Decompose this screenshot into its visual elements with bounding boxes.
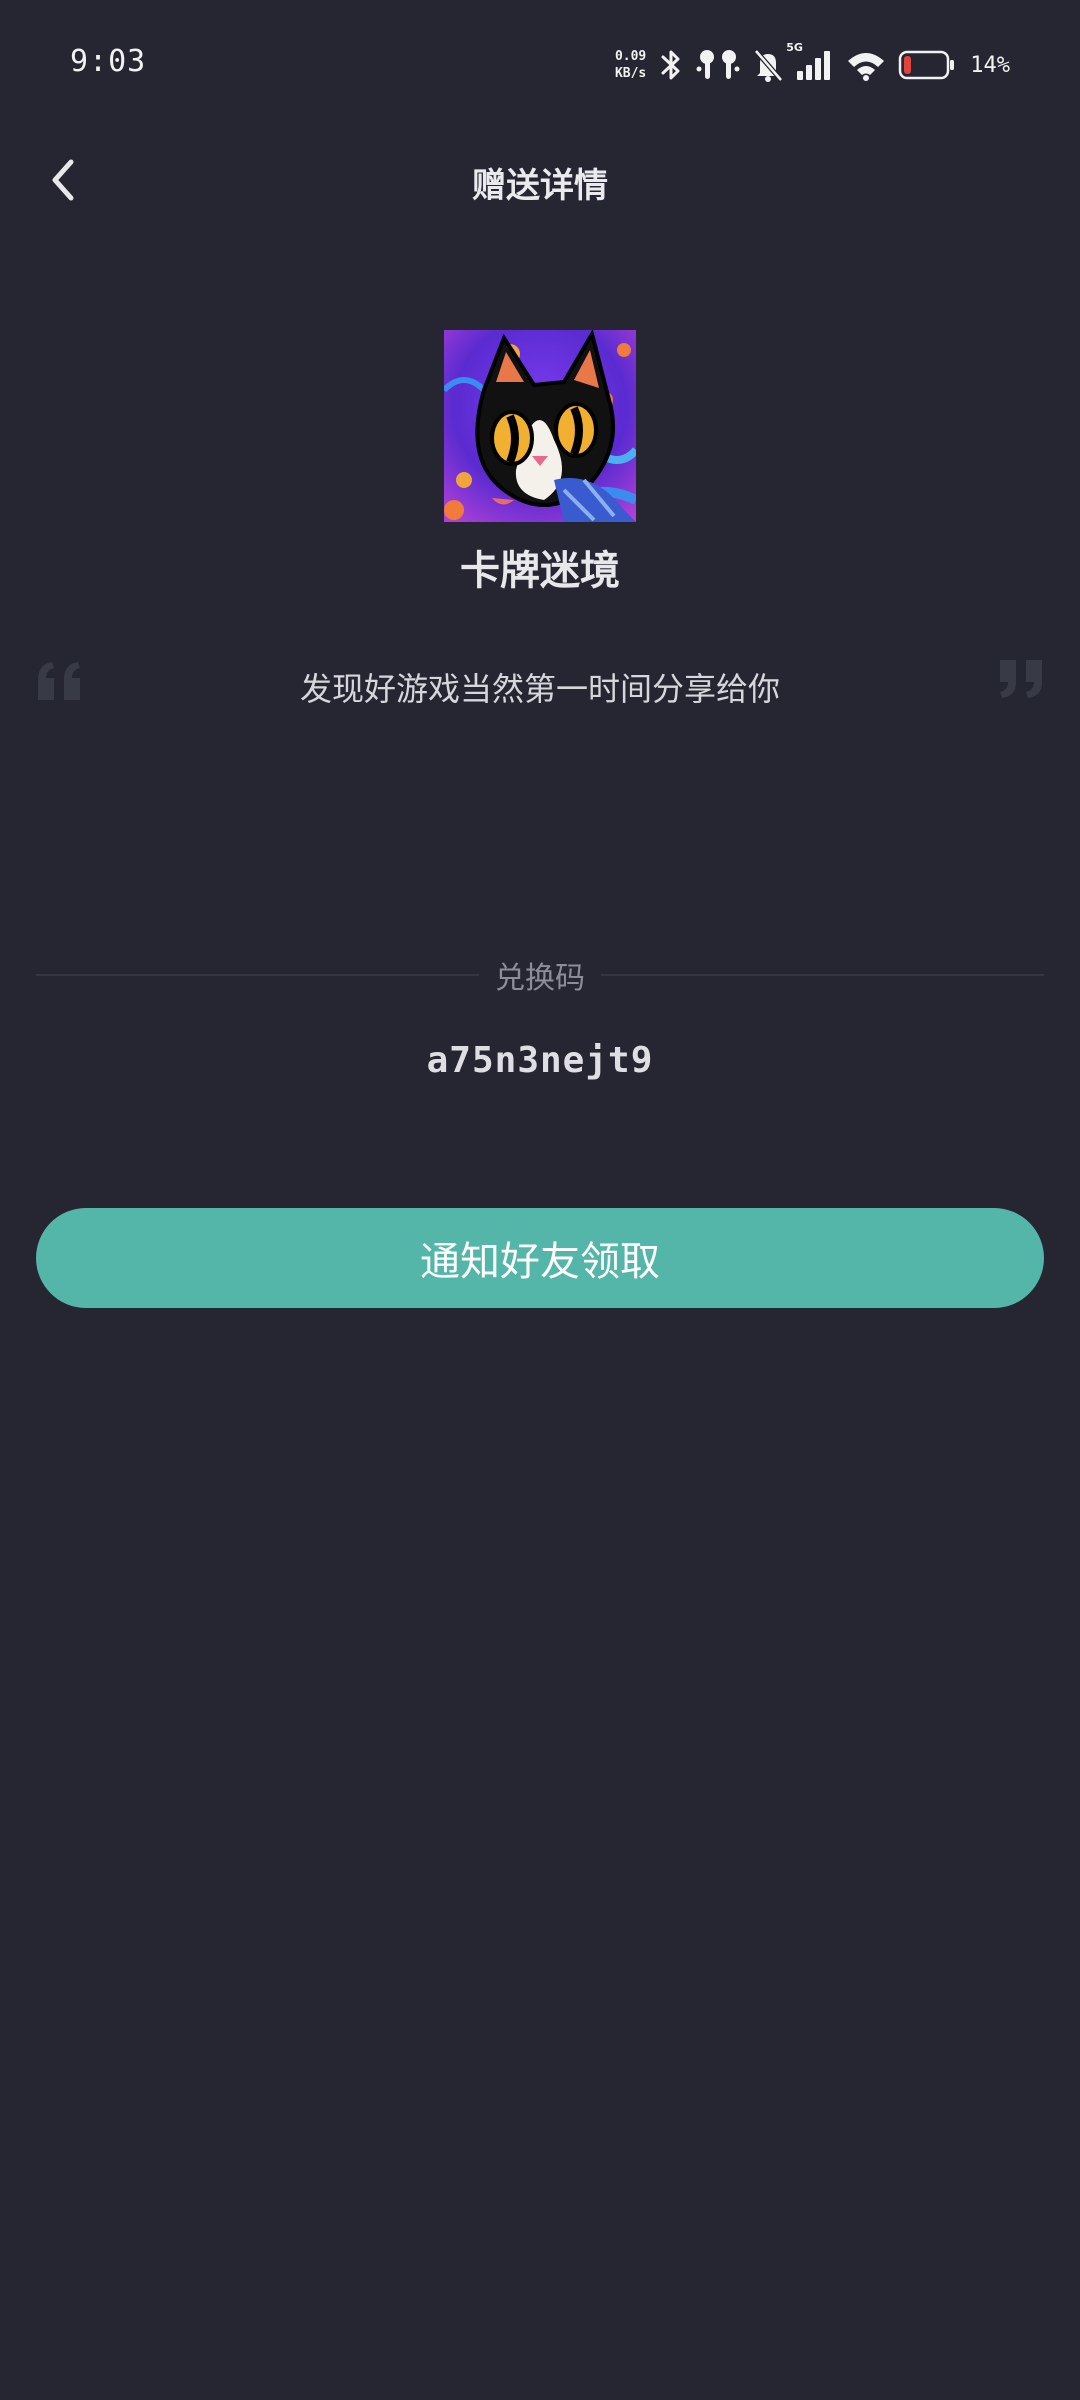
divider-line-left	[36, 974, 479, 976]
game-name: 卡牌迷境	[460, 548, 620, 594]
redeem-code-divider: 兑换码	[36, 955, 1044, 996]
network-speed-value: 0.09	[614, 49, 647, 64]
mute-bell-icon	[754, 49, 784, 82]
header: 赠送详情	[0, 130, 1080, 230]
gift-message: 发现好游戏当然第一时间分享给你	[299, 670, 780, 708]
redeem-code-value[interactable]: a75n3nejt9	[0, 1040, 1080, 1081]
close-quote-icon	[1000, 660, 1042, 698]
divider-line-right	[601, 974, 1044, 976]
gift-detail-screen: 9:03 0.09 KB/s 5G 14% 赠送详情 卡牌迷境 发现好游戏当然第…	[0, 0, 1080, 2400]
cellular-signal: 5G	[786, 41, 834, 81]
earbuds-icon	[696, 50, 740, 79]
cat-illustration	[444, 330, 636, 522]
battery-icon	[899, 50, 955, 80]
redeem-code-label: 兑换码	[495, 961, 585, 996]
status-time: 9:03	[70, 44, 147, 79]
battery-percent: 14%	[970, 52, 1010, 78]
page-title: 赠送详情	[472, 166, 608, 206]
notify-friend-button[interactable]: 通知好友领取	[36, 1208, 1044, 1308]
wifi-icon	[848, 53, 885, 81]
signal-type: 5G	[786, 41, 803, 54]
game-cover-image	[444, 330, 636, 522]
status-bar: 9:03 0.09 KB/s 5G 14%	[0, 0, 1080, 130]
network-speed: 0.09 KB/s	[615, 48, 646, 82]
status-icons: 0.09 KB/s 5G 14%	[615, 40, 1010, 90]
network-speed-unit: KB/s	[614, 66, 647, 81]
bluetooth-icon	[661, 50, 680, 80]
